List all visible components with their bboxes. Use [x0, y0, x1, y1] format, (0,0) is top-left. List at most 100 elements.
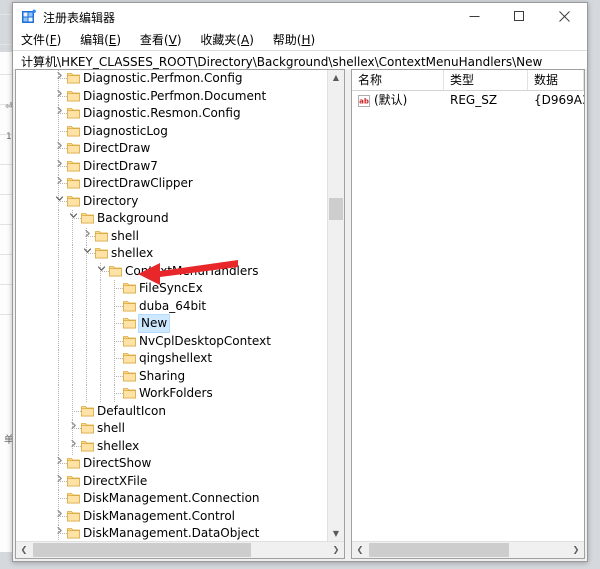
- tree-item[interactable]: shellex: [16, 245, 327, 263]
- folder-icon: [67, 160, 80, 172]
- scroll-right-arrow-icon[interactable]: ❯: [328, 542, 344, 558]
- tree-scroll-thumb[interactable]: [329, 198, 343, 220]
- tree-item[interactable]: ContextMenuHandlers: [16, 262, 327, 280]
- chevron-down-icon[interactable]: [52, 193, 66, 210]
- scroll-right-arrow-icon[interactable]: ❯: [568, 542, 584, 558]
- chevron-right-icon[interactable]: [66, 438, 80, 455]
- tree-item[interactable]: DiskManagement.Connection: [16, 490, 327, 508]
- scroll-left-arrow-icon[interactable]: ❮: [16, 542, 32, 558]
- registry-editor-window: 注册表编辑器 文件(F) 编辑(E) 查看(V) 收藏夹(A) 帮助(H) 计算…: [12, 2, 588, 562]
- tree-item[interactable]: FileSyncEx: [16, 280, 327, 298]
- tree-guide-line: [72, 262, 73, 280]
- tree-vertical-scrollbar[interactable]: ▲ ▼: [327, 70, 344, 542]
- folder-icon: [67, 195, 80, 207]
- chevron-right-icon[interactable]: [52, 158, 66, 175]
- tree-hscroll-thumb[interactable]: [33, 543, 251, 557]
- tree-guide-line: [58, 227, 59, 245]
- menu-view[interactable]: 查看(V): [140, 31, 189, 50]
- tree-item-selected[interactable]: New: [16, 314, 327, 333]
- tree-item[interactable]: Diagnostic.Perfmon.Document: [16, 87, 327, 105]
- tree-guide-line: [86, 280, 87, 298]
- tree-guide-line: [114, 340, 123, 342]
- tree-item[interactable]: Diagnostic.Perfmon.Config: [16, 70, 327, 88]
- tree-item[interactable]: DirectDrawClipper: [16, 175, 327, 193]
- column-header[interactable]: 名称: [352, 70, 444, 90]
- registry-values-list[interactable]: ab (默认) REG_SZ {D969A300-E: [352, 91, 584, 541]
- tree-item[interactable]: duba_64bit: [16, 297, 327, 315]
- tree-item[interactable]: DirectXFile: [16, 472, 327, 490]
- chevron-right-icon[interactable]: [52, 140, 66, 157]
- scroll-up-arrow-icon[interactable]: ▲: [328, 70, 344, 86]
- column-header[interactable]: 数据: [528, 70, 584, 90]
- chevron-right-icon[interactable]: [52, 508, 66, 525]
- tree-item[interactable]: DirectDraw: [16, 140, 327, 158]
- folder-icon: [67, 142, 80, 154]
- folder-icon: [67, 457, 80, 469]
- scroll-down-arrow-icon[interactable]: ▼: [328, 526, 344, 542]
- title-bar[interactable]: 注册表编辑器: [13, 3, 587, 31]
- chevron-down-icon[interactable]: [94, 263, 108, 280]
- scroll-left-arrow-icon[interactable]: ❮: [352, 542, 368, 558]
- chevron-right-icon[interactable]: [52, 473, 66, 490]
- tree-item-label: DiskManagement.Control: [83, 508, 236, 523]
- value-row[interactable]: ab (默认) REG_SZ {D969A300-E: [352, 91, 584, 109]
- tree-item[interactable]: shell: [16, 227, 327, 245]
- menu-help[interactable]: 帮助(H): [273, 31, 322, 50]
- menu-favorites[interactable]: 收藏夹(A): [200, 31, 261, 50]
- chevron-right-icon[interactable]: [52, 455, 66, 472]
- tree-item[interactable]: DiagnosticLog: [16, 122, 327, 140]
- tree-item[interactable]: WorkFolders: [16, 385, 327, 403]
- folder-icon: [67, 72, 80, 84]
- close-button[interactable]: [542, 3, 587, 30]
- menu-file[interactable]: 文件(F): [21, 31, 68, 50]
- tree-guide-line: [58, 280, 59, 298]
- column-header[interactable]: 类型: [444, 70, 528, 90]
- tree-horizontal-scrollbar[interactable]: ❮ ❯: [16, 541, 344, 558]
- registry-tree-pane[interactable]: Diagnostic.Perfmon.Config Diagnostic.Perf…: [15, 69, 345, 559]
- list-horizontal-scrollbar[interactable]: ❮ ❯: [352, 541, 584, 558]
- tree-item[interactable]: Diagnostic.Resmon.Config: [16, 105, 327, 123]
- tree-item[interactable]: DiskManagement.DataObject: [16, 525, 327, 542]
- tree-item[interactable]: Sharing: [16, 367, 327, 385]
- list-hscroll-thumb[interactable]: [369, 543, 509, 557]
- chevron-right-icon[interactable]: [52, 70, 66, 87]
- tree-guide-line: [114, 305, 123, 307]
- address-bar[interactable]: 计算机\HKEY_CLASSES_ROOT\Directory\Backgrou…: [13, 50, 587, 70]
- tree-item[interactable]: Directory: [16, 192, 327, 210]
- chevron-right-icon[interactable]: [52, 105, 66, 122]
- tree-item[interactable]: Background: [16, 210, 327, 228]
- tree-guide-line: [100, 315, 101, 333]
- tree-item[interactable]: DirectShow: [16, 455, 327, 473]
- folder-icon: [67, 510, 80, 522]
- tree-item[interactable]: DefaultIcon: [16, 402, 327, 420]
- tree-item-label: DirectDraw: [83, 141, 151, 155]
- value-type: REG_SZ: [450, 93, 498, 107]
- tree-item[interactable]: DirectDraw7: [16, 157, 327, 175]
- tree-guide-line: [72, 385, 73, 403]
- folder-icon: [67, 177, 80, 189]
- chevron-right-icon[interactable]: [80, 228, 94, 245]
- chevron-right-icon[interactable]: [52, 525, 66, 542]
- chevron-right-icon[interactable]: [52, 88, 66, 105]
- folder-icon: [67, 125, 80, 137]
- menu-edit[interactable]: 编辑(E): [80, 31, 128, 50]
- registry-values-pane[interactable]: 名称类型数据 ab (默认) REG_SZ {D969A300-E ❮ ❯: [351, 69, 585, 559]
- tree-item[interactable]: DiskManagement.Control: [16, 507, 327, 525]
- tree-item[interactable]: shell: [16, 420, 327, 438]
- tree-item-label: New: [137, 314, 171, 333]
- chevron-right-icon[interactable]: [52, 175, 66, 192]
- tree-guide-line: [100, 367, 101, 385]
- chevron-right-icon[interactable]: [66, 420, 80, 437]
- tree-item[interactable]: NvCplDesktopContext: [16, 332, 327, 350]
- folder-icon: [67, 527, 80, 539]
- tree-item[interactable]: shellex: [16, 437, 327, 455]
- tree-guide-line: [86, 332, 87, 350]
- registry-tree[interactable]: Diagnostic.Perfmon.Config Diagnostic.Perf…: [16, 70, 327, 542]
- menu-bar: 文件(F) 编辑(E) 查看(V) 收藏夹(A) 帮助(H): [13, 31, 587, 50]
- tree-item-label: DiskManagement.DataObject: [83, 526, 260, 540]
- chevron-down-icon[interactable]: [66, 210, 80, 227]
- chevron-down-icon[interactable]: [80, 245, 94, 262]
- tree-item[interactable]: qingshellext: [16, 350, 327, 368]
- minimize-button[interactable]: [452, 3, 497, 30]
- maximize-button[interactable]: [497, 3, 542, 30]
